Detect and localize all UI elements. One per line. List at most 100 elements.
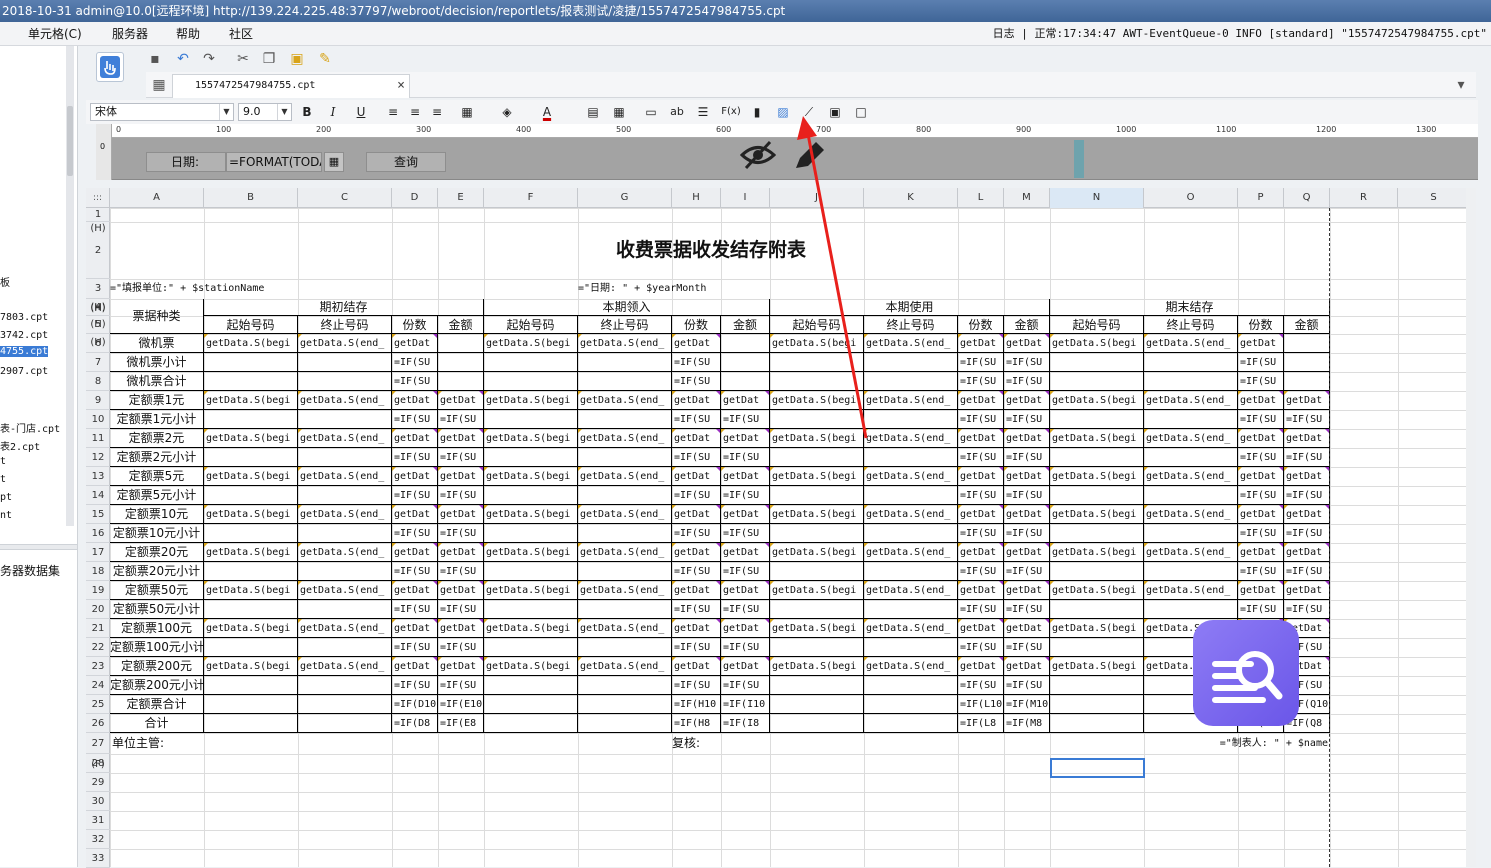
data-cell[interactable]: getData.S(end_	[1144, 505, 1238, 524]
data-cell[interactable]: getData.S(end_	[298, 334, 392, 353]
data-cell[interactable]	[578, 448, 672, 467]
data-cell[interactable]: getDat	[392, 619, 438, 638]
row-header-9[interactable]: 9	[86, 391, 110, 410]
data-cell[interactable]: getData.S(end_	[578, 467, 672, 486]
data-cell[interactable]	[484, 638, 578, 657]
data-cell[interactable]	[204, 638, 298, 657]
save-icon[interactable]: ▪	[146, 50, 164, 68]
data-cell[interactable]	[578, 486, 672, 505]
row-label-cell[interactable]: 定额票5元小计	[110, 486, 204, 505]
row-header-2[interactable]: 2 (H)	[86, 222, 110, 313]
footer-mid-cell[interactable]: 复核:	[672, 733, 770, 754]
data-cell[interactable]: =IF(SU	[672, 448, 721, 467]
data-cell[interactable]: getData.S(begi	[770, 657, 864, 676]
data-cell[interactable]: =IF(SU	[1284, 486, 1330, 505]
grid-view-icon[interactable]: ▦	[150, 76, 168, 94]
data-cell[interactable]: =IF(SU	[672, 600, 721, 619]
data-cell[interactable]: getData.S(end_	[578, 619, 672, 638]
data-cell[interactable]	[298, 695, 392, 714]
data-cell[interactable]: getDat	[392, 334, 438, 353]
column-header-a[interactable]: A	[110, 188, 204, 208]
data-cell[interactable]: getDat	[672, 334, 721, 353]
data-cell[interactable]: getDat	[392, 543, 438, 562]
sub-header-cell[interactable]: 金额	[1004, 316, 1050, 334]
data-cell[interactable]	[484, 486, 578, 505]
data-cell[interactable]: =IF(SU	[672, 486, 721, 505]
data-cell[interactable]: getDat	[721, 467, 770, 486]
data-cell[interactable]	[578, 562, 672, 581]
tree-item[interactable]: pt	[0, 492, 12, 503]
data-cell[interactable]: =IF(SU	[1238, 372, 1284, 391]
column-header-o[interactable]: O	[1144, 188, 1238, 208]
data-cell[interactable]: =IF(D10	[392, 695, 438, 714]
data-cell[interactable]: getData.S(end_	[864, 619, 958, 638]
data-cell[interactable]	[770, 714, 864, 733]
menu-community[interactable]: 社区	[229, 22, 253, 46]
report-grid[interactable]: 收费票据收发结存附表 ="填报单位:" + $stationName ="日期: "…	[110, 208, 1476, 867]
row-header-16[interactable]: 16	[86, 524, 110, 543]
row-header-33[interactable]: 33	[86, 849, 110, 868]
data-cell[interactable]: getData.S(begi	[204, 505, 298, 524]
data-cell[interactable]: getData.S(begi	[204, 581, 298, 600]
data-cell[interactable]: =IF(SU	[721, 524, 770, 543]
panel-splitter[interactable]	[0, 544, 77, 550]
data-cell[interactable]: getData.S(begi	[1050, 505, 1144, 524]
data-cell[interactable]: =IF(SU	[958, 600, 1004, 619]
data-cell[interactable]: =IF(SU	[672, 562, 721, 581]
copy-icon[interactable]: ❐	[260, 50, 278, 68]
data-cell[interactable]: getDat	[672, 657, 721, 676]
data-cell[interactable]: getData.S(begi	[770, 581, 864, 600]
data-cell[interactable]: =IF(SU	[958, 372, 1004, 391]
data-cell[interactable]: getData.S(end_	[864, 334, 958, 353]
data-cell[interactable]: getData.S(end_	[298, 391, 392, 410]
data-cell[interactable]: =IF(SU	[1004, 353, 1050, 372]
data-cell[interactable]	[721, 334, 770, 353]
data-cell[interactable]: =IF(SU	[721, 676, 770, 695]
row-header-6[interactable]: 6	[86, 334, 110, 353]
data-cell[interactable]: getData.S(begi	[204, 429, 298, 448]
data-cell[interactable]	[578, 410, 672, 429]
data-cell[interactable]: =IF(SU	[438, 486, 484, 505]
data-cell[interactable]: getData.S(end_	[298, 505, 392, 524]
sub-header-cell[interactable]: 起始号码	[204, 316, 298, 334]
row-label-cell[interactable]: 定额票200元小计	[110, 676, 204, 695]
data-cell[interactable]: =IF(SU	[392, 638, 438, 657]
data-cell[interactable]	[1144, 524, 1238, 543]
data-cell[interactable]	[770, 410, 864, 429]
data-cell[interactable]: getDat	[1004, 467, 1050, 486]
data-cell[interactable]	[298, 486, 392, 505]
data-cell[interactable]: getData.S(end_	[298, 581, 392, 600]
column-header-c[interactable]: C	[298, 188, 392, 208]
data-cell[interactable]: getData.S(begi	[1050, 334, 1144, 353]
data-cell[interactable]	[770, 353, 864, 372]
row-header-14[interactable]: 14	[86, 486, 110, 505]
data-cell[interactable]: getDat	[958, 505, 1004, 524]
data-cell[interactable]	[864, 600, 958, 619]
data-cell[interactable]: getDat	[1238, 467, 1284, 486]
row-header-28[interactable]: 28	[86, 754, 110, 773]
sub-header-cell[interactable]: 金额	[1284, 316, 1330, 334]
data-cell[interactable]: getDat	[392, 505, 438, 524]
data-cell[interactable]: getData.S(end_	[578, 581, 672, 600]
data-cell[interactable]: =IF(SU	[1238, 524, 1284, 543]
data-cell[interactable]: getData.S(end_	[578, 543, 672, 562]
column-header-s[interactable]: S	[1398, 188, 1470, 208]
data-cell[interactable]: getDat	[1004, 334, 1050, 353]
row-header-29[interactable]: 29	[86, 773, 110, 792]
row-label-cell[interactable]: 定额票200元	[110, 657, 204, 676]
calendar-icon[interactable]: ▦	[324, 152, 344, 172]
row-header-17[interactable]: 17	[86, 543, 110, 562]
data-cell[interactable]: =IF(SU	[438, 410, 484, 429]
row-header-7[interactable]: 7	[86, 353, 110, 372]
row-header-11[interactable]: 11	[86, 429, 110, 448]
tree-item[interactable]: 板	[0, 274, 10, 289]
data-cell[interactable]: getData.S(begi	[770, 467, 864, 486]
data-cell[interactable]	[298, 372, 392, 391]
data-cell[interactable]	[204, 695, 298, 714]
data-cell[interactable]	[1144, 448, 1238, 467]
column-header-b[interactable]: B	[204, 188, 298, 208]
font-size-select[interactable]: 9.0 ▼	[238, 103, 292, 121]
data-cell[interactable]: =IF(SU	[672, 638, 721, 657]
data-cell[interactable]	[864, 676, 958, 695]
tab-close-icon[interactable]: ×	[397, 75, 405, 97]
